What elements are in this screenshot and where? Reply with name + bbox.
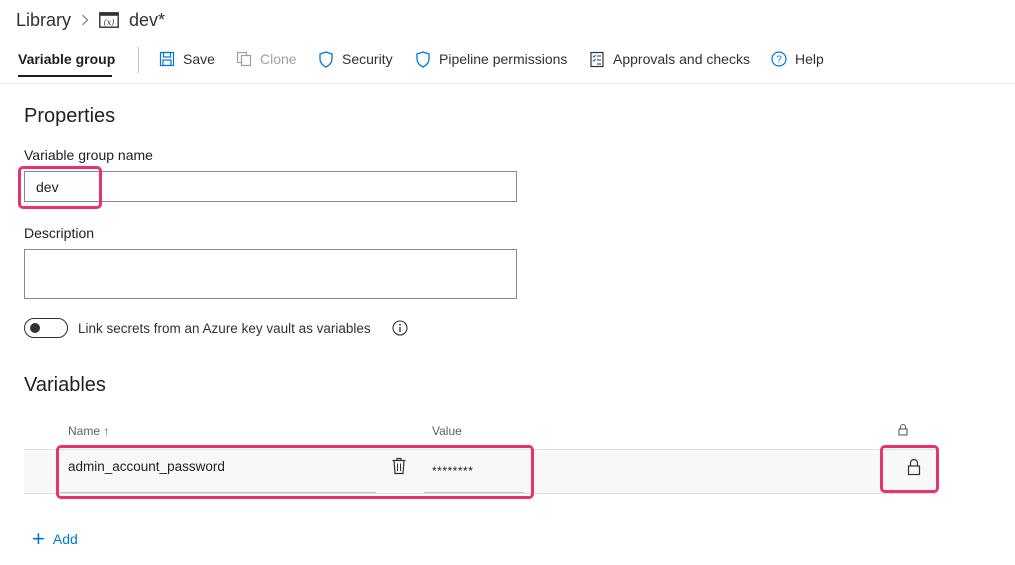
name-column-header[interactable]: Name ↑ — [68, 424, 109, 438]
approvals-and-checks-button[interactable]: Approvals and checks — [588, 49, 750, 69]
approvals-label: Approvals and checks — [613, 51, 750, 67]
clone-label: Clone — [260, 51, 297, 67]
save-icon — [158, 50, 176, 68]
lock-column-header-icon — [897, 423, 909, 439]
toggle-knob — [30, 323, 40, 333]
breadcrumb-library-link[interactable]: Library — [16, 10, 71, 31]
pipeline-permissions-button[interactable]: Pipeline permissions — [414, 49, 567, 69]
help-label: Help — [795, 51, 824, 67]
save-button[interactable]: Save — [158, 49, 215, 69]
svg-text:?: ? — [776, 55, 782, 66]
variable-group-icon: (x) — [99, 12, 119, 28]
toolbar: Variable group Save Clone Security Pipel… — [0, 40, 1015, 84]
value-column-header: Value — [432, 424, 462, 438]
plus-icon: + — [32, 526, 45, 551]
toolbar-divider — [138, 47, 139, 73]
security-button[interactable]: Security — [317, 49, 393, 69]
variable-name-cell[interactable]: admin_account_password — [68, 459, 225, 474]
help-button[interactable]: ? Help — [770, 49, 824, 69]
description-label: Description — [24, 225, 95, 241]
breadcrumb: Library (x) dev* — [16, 8, 165, 32]
shield-icon — [317, 50, 335, 68]
info-icon[interactable] — [392, 320, 408, 336]
tab-active-indicator — [18, 75, 112, 77]
tab-variable-group[interactable]: Variable group — [18, 51, 115, 67]
save-label: Save — [183, 51, 215, 67]
clone-button[interactable]: Clone — [235, 49, 297, 69]
key-vault-toggle[interactable] — [24, 318, 68, 338]
pipeline-permissions-label: Pipeline permissions — [439, 51, 568, 67]
page-title: dev* — [129, 9, 166, 30]
checklist-icon — [588, 50, 606, 68]
table-row[interactable]: admin_account_password ******** — [24, 449, 937, 494]
variables-heading: Variables — [24, 374, 106, 396]
lock-icon[interactable] — [906, 458, 922, 476]
help-icon: ? — [770, 50, 788, 68]
name-field-underline — [60, 492, 376, 493]
variable-value-cell[interactable]: ******** — [432, 464, 473, 478]
properties-heading: Properties — [24, 105, 116, 127]
variable-group-name-input[interactable] — [24, 171, 517, 202]
description-input[interactable] — [24, 249, 517, 299]
key-vault-toggle-label: Link secrets from an Azure key vault as … — [78, 321, 371, 336]
shield-icon — [414, 50, 432, 68]
chevron-right-icon — [81, 14, 89, 26]
value-field-underline — [424, 492, 524, 493]
svg-text:(x): (x) — [104, 18, 115, 27]
security-label: Security — [342, 51, 393, 67]
clone-icon — [235, 50, 253, 68]
add-label: Add — [52, 531, 78, 547]
variable-group-name-label: Variable group name — [24, 147, 153, 163]
trash-icon[interactable] — [391, 457, 407, 475]
add-variable-button[interactable]: + Add — [32, 526, 78, 551]
